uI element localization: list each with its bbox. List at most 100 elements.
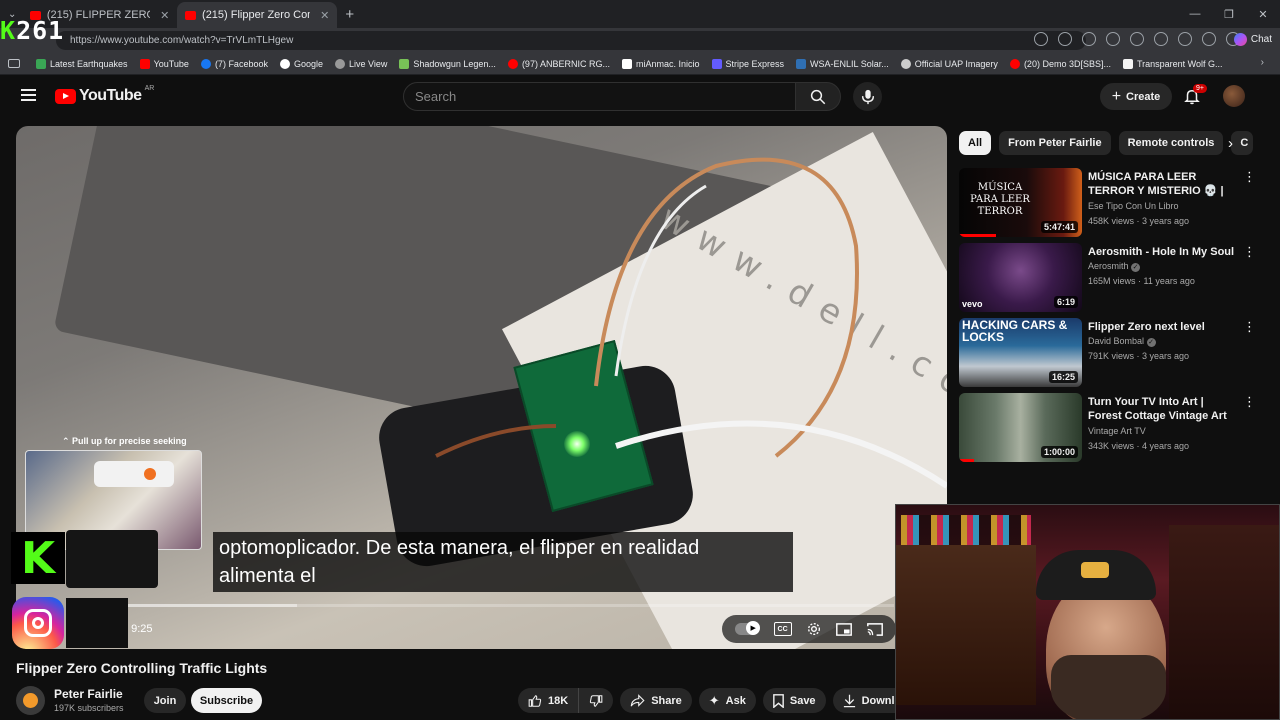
kick-logo-icon: K bbox=[11, 532, 65, 584]
video-timecode: / 9:25 bbox=[125, 623, 153, 635]
extension-icon[interactable] bbox=[1106, 32, 1120, 46]
chip-from-peter-fairlie[interactable]: From Peter Fairlie bbox=[999, 131, 1111, 155]
new-tab-icon[interactable]: + bbox=[345, 6, 354, 23]
tab-label: (215) Flipper Zero Controlling Traffi bbox=[202, 9, 310, 21]
bookmark-item[interactable]: Live View bbox=[329, 58, 393, 69]
zoom-icon[interactable] bbox=[1058, 32, 1072, 46]
close-window-icon[interactable]: ✕ bbox=[1246, 0, 1280, 28]
cast-icon[interactable] bbox=[866, 622, 883, 636]
bookmark-item[interactable]: Transparent Wolf G... bbox=[1117, 58, 1229, 69]
bookmark-label: YouTube bbox=[153, 58, 189, 69]
hamburger-menu-icon[interactable] bbox=[21, 89, 36, 101]
recommendation-thumbnail[interactable]: vevo 6:19 bbox=[959, 243, 1082, 312]
recommendation-item[interactable]: MÚSICA PARA LEER TERROR 5:47:41 MÚSICA P… bbox=[959, 168, 1259, 238]
bookmark-item[interactable]: Shadowgun Legen... bbox=[393, 58, 502, 69]
video-duration: 1:00:00 bbox=[1040, 446, 1078, 458]
voice-search-button[interactable] bbox=[853, 82, 882, 111]
bookmark-item[interactable]: (20) Demo 3D[SBS]... bbox=[1004, 58, 1117, 69]
chip-remote-controls[interactable]: Remote controls bbox=[1118, 131, 1224, 155]
browser-tab-active[interactable]: (215) Flipper Zero Controlling Traffi ✕ bbox=[177, 2, 338, 28]
bookmark-item[interactable]: Official UAP Imagery bbox=[895, 58, 1004, 69]
close-tab-icon[interactable]: ✕ bbox=[320, 9, 329, 22]
recommendation-thumbnail[interactable]: 1:00:00 bbox=[959, 393, 1082, 462]
bookmarks-overflow-icon[interactable]: › bbox=[1261, 57, 1264, 68]
extensions-puzzle-icon[interactable] bbox=[1154, 32, 1168, 46]
youtube-header: YouTube AR Search + Create 9+ bbox=[0, 75, 1280, 119]
more-options-icon[interactable]: ⋮ bbox=[1243, 320, 1256, 333]
chip-all[interactable]: All bbox=[959, 131, 992, 155]
bookmark-label: (20) Demo 3D[SBS]... bbox=[1023, 58, 1111, 69]
recommendation-channel: Vintage Art TV bbox=[1088, 426, 1146, 436]
bookmark-item[interactable]: Stripe Express bbox=[706, 58, 791, 69]
channel-name[interactable]: Peter Fairlie bbox=[54, 687, 123, 701]
buffered-progress bbox=[128, 604, 297, 607]
url-field[interactable]: https://www.youtube.com/watch?v=TrVLmTLH… bbox=[56, 31, 1086, 50]
create-button[interactable]: + Create bbox=[1100, 83, 1172, 110]
account-avatar[interactable] bbox=[1223, 85, 1245, 107]
subtitles-button[interactable]: CC bbox=[773, 622, 792, 636]
miniplayer-icon[interactable] bbox=[836, 622, 853, 636]
bookmark-item[interactable]: (97) ANBERNIC RG... bbox=[502, 58, 616, 69]
recommendation-item[interactable]: HACKING CARS & LOCKS 16:25 Flipper Zero … bbox=[959, 318, 1259, 388]
ask-button[interactable]: ✦ Ask bbox=[698, 688, 756, 713]
recommendation-thumbnail[interactable]: MÚSICA PARA LEER TERROR 5:47:41 bbox=[959, 168, 1082, 237]
autoplay-toggle[interactable] bbox=[735, 621, 761, 635]
dislike-button[interactable] bbox=[579, 688, 613, 713]
search-button[interactable] bbox=[795, 82, 841, 111]
bookmark-item[interactable]: WSA-ENLIL Solar... bbox=[790, 58, 895, 69]
restore-icon[interactable]: ❐ bbox=[1212, 0, 1246, 28]
save-button[interactable]: Save bbox=[762, 688, 826, 713]
youtube-logo[interactable]: YouTube AR bbox=[55, 85, 154, 105]
webcam-streamer-beard bbox=[1051, 655, 1166, 719]
close-tab-icon[interactable]: ✕ bbox=[160, 9, 169, 22]
like-button[interactable]: 18K bbox=[518, 688, 580, 713]
search-input[interactable]: Search bbox=[403, 82, 796, 111]
recommendation-title: Turn Your TV Into Art | Forest Cottage V… bbox=[1088, 396, 1227, 422]
bookmark-favicon-icon bbox=[711, 58, 722, 69]
refresh-extension-icon[interactable] bbox=[1130, 32, 1144, 46]
share-button[interactable]: Share bbox=[620, 688, 692, 713]
instagram-camera-icon bbox=[24, 609, 52, 637]
bookmark-label: Latest Earthquakes bbox=[50, 58, 128, 69]
bookmark-star-icon[interactable] bbox=[1082, 32, 1096, 46]
bookmark-label: Google bbox=[293, 58, 323, 69]
bookmark-favicon-icon bbox=[279, 58, 290, 69]
bookmark-item[interactable]: Google bbox=[274, 58, 329, 69]
more-options-icon[interactable]: ⋮ bbox=[1243, 245, 1256, 258]
bookmark-item[interactable]: miAnmac. Inicio bbox=[616, 58, 706, 69]
notification-badge: 9+ bbox=[1193, 84, 1207, 93]
more-options-icon[interactable]: ⋮ bbox=[1243, 170, 1256, 183]
bookmark-label: miAnmac. Inicio bbox=[635, 58, 700, 69]
recommendation-thumbnail[interactable]: HACKING CARS & LOCKS 16:25 bbox=[959, 318, 1082, 387]
install-app-icon[interactable] bbox=[1034, 32, 1048, 46]
reading-mode-icon[interactable] bbox=[8, 59, 20, 68]
bookmark-favicon-icon bbox=[139, 58, 150, 69]
bookmark-label: Live View bbox=[349, 58, 388, 69]
subscribe-button[interactable]: Subscribe bbox=[191, 688, 262, 713]
score-value: 261 bbox=[16, 16, 65, 45]
chevron-right-icon[interactable]: › bbox=[1228, 135, 1233, 152]
chat-button[interactable]: Chat bbox=[1233, 33, 1272, 46]
recommendation-title: Aerosmith - Hole In My Soul bbox=[1088, 246, 1235, 258]
kick-overlay-box bbox=[66, 530, 158, 588]
settings-gear-icon[interactable] bbox=[806, 621, 822, 637]
thumbnail-text: HACKING CARS & LOCKS bbox=[962, 318, 1068, 344]
subscriber-count: 197K subscribers bbox=[54, 703, 124, 713]
ask-label: Ask bbox=[725, 694, 746, 707]
favorites-icon[interactable] bbox=[1178, 32, 1192, 46]
video-progress-bar[interactable] bbox=[128, 604, 894, 607]
video-duration: 6:19 bbox=[1053, 296, 1078, 308]
bookmark-item[interactable]: Latest Earthquakes bbox=[30, 58, 134, 69]
bookmark-item[interactable]: (7) Facebook bbox=[195, 58, 274, 69]
more-options-icon[interactable]: ⋮ bbox=[1243, 395, 1256, 408]
address-bar-row: https://www.youtube.com/watch?v=TrVLmTLH… bbox=[0, 28, 1280, 53]
join-button[interactable]: Join bbox=[144, 688, 186, 713]
chip-truncated[interactable]: C bbox=[1231, 131, 1254, 155]
recommendation-item[interactable]: vevo 6:19 Aerosmith - Hole In My Soul Ae… bbox=[959, 243, 1259, 313]
profile-icon[interactable] bbox=[1202, 32, 1216, 46]
recommendation-item[interactable]: 1:00:00 Turn Your TV Into Art | Forest C… bbox=[959, 393, 1259, 463]
channel-avatar[interactable] bbox=[16, 686, 45, 715]
webcam-shelf-right bbox=[1169, 525, 1279, 719]
bookmark-item[interactable]: YouTube bbox=[134, 58, 195, 69]
minimize-icon[interactable]: — bbox=[1178, 0, 1212, 28]
